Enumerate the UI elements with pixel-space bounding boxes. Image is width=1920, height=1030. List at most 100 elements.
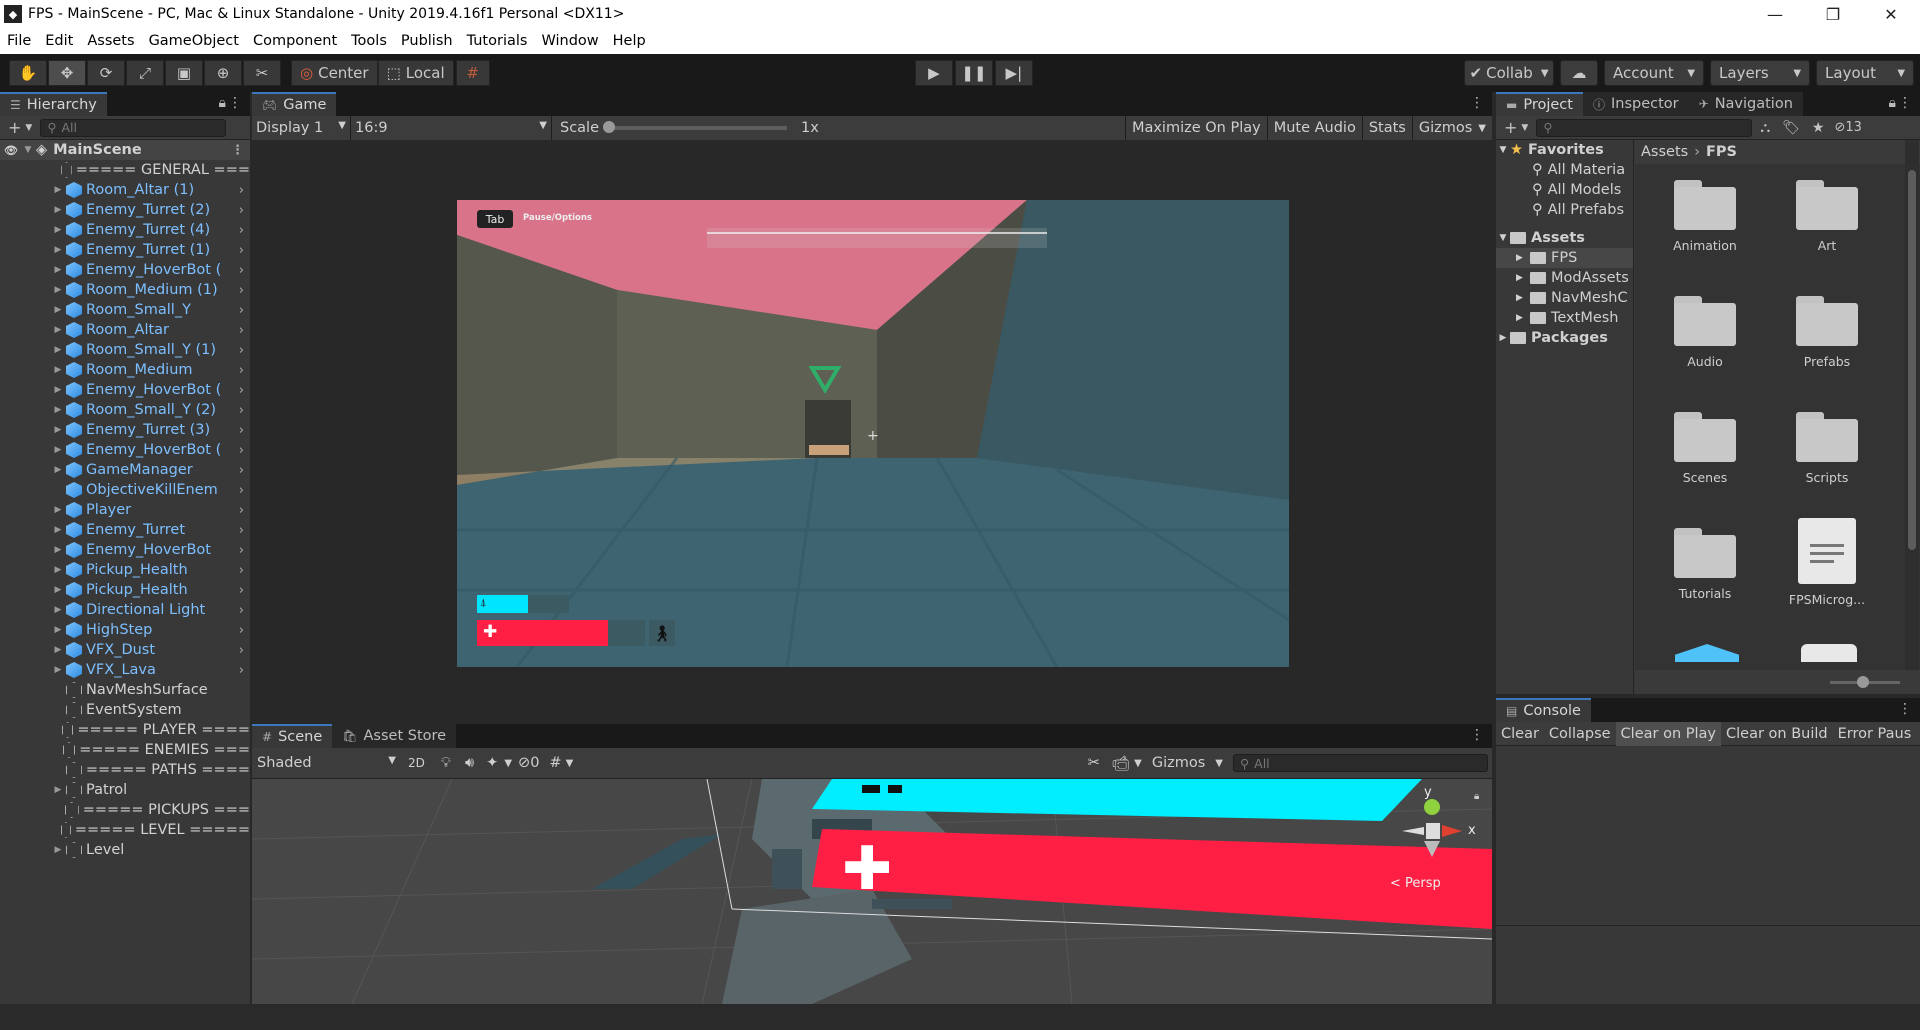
pivot-center-button[interactable]: ◎ Center	[291, 60, 378, 86]
hierarchy-item[interactable]: ▶ Room_Small_Y ›	[0, 300, 250, 320]
restore-button[interactable]: ❐	[1804, 0, 1862, 28]
menu-tools[interactable]: Tools	[344, 33, 394, 49]
console-menu-icon[interactable]: ⋮	[1898, 701, 1912, 717]
tab-console[interactable]: ▤ Console	[1496, 698, 1591, 722]
open-prefab-chevron-icon[interactable]: ›	[239, 243, 244, 258]
rotate-tool-icon[interactable]: ⟳	[87, 60, 125, 86]
display-dropdown[interactable]: Display 1 ▼	[252, 120, 350, 136]
hierarchy-item[interactable]: ▶ VFX_Dust ›	[0, 640, 250, 660]
expand-triangle-icon[interactable]: ▶	[52, 565, 64, 575]
expand-triangle-icon[interactable]: ▶	[52, 785, 64, 795]
camera-icon[interactable]: 📹︎	[1108, 755, 1134, 772]
console-error-pause-toggle[interactable]: Error Paus	[1833, 722, 1917, 746]
open-prefab-chevron-icon[interactable]: ›	[239, 583, 244, 598]
open-prefab-chevron-icon[interactable]: ›	[239, 563, 244, 578]
menu-tutorials[interactable]: Tutorials	[460, 33, 535, 49]
assets-root[interactable]: ▼ Assets	[1496, 228, 1633, 248]
scene-menu-icon[interactable]: ⋮	[231, 143, 244, 158]
expand-triangle-icon[interactable]: ▶	[52, 385, 64, 395]
hierarchy-item[interactable]: ▶ GameManager ›	[0, 460, 250, 480]
hidden-packages-toggle[interactable]: ⊘13	[1834, 120, 1861, 135]
hierarchy-item[interactable]: ▶ Room_Small_Y (2) ›	[0, 400, 250, 420]
open-prefab-chevron-icon[interactable]: ›	[239, 663, 244, 678]
hierarchy-item[interactable]: ▶ Enemy_HoverBot ›	[0, 540, 250, 560]
lock-icon[interactable]: 🔒︎	[219, 95, 226, 111]
pivot-local-button[interactable]: ⬚ Local	[377, 60, 454, 86]
asset-file-fpsmicrogame[interactable]: FPSMicrog...	[1777, 518, 1877, 607]
scale-slider[interactable]	[603, 121, 788, 133]
shading-dropdown[interactable]: Shaded ▼	[252, 755, 400, 771]
hierarchy-item[interactable]: ▶ Pickup_Health ›	[0, 580, 250, 600]
packages-root[interactable]: ▶ Packages	[1496, 328, 1633, 348]
expand-triangle-icon[interactable]: ▶	[52, 645, 64, 655]
asset-grid-scrollbar[interactable]	[1905, 140, 1919, 670]
hierarchy-item[interactable]: ▶ HighStep ›	[0, 620, 250, 640]
hidden-objects-toggle[interactable]: ⊘0	[512, 755, 545, 771]
asset-folder-audio[interactable]: Audio	[1655, 296, 1755, 369]
open-prefab-chevron-icon[interactable]: ›	[239, 463, 244, 478]
camera-dropdown-icon[interactable]: ▼	[1134, 758, 1142, 769]
hierarchy-item[interactable]: ▶ Player ›	[0, 500, 250, 520]
hierarchy-item[interactable]: EventSystem	[0, 700, 250, 720]
tree-modassets[interactable]: ▶ ModAssets	[1496, 268, 1633, 288]
expand-triangle-icon[interactable]: ▶	[52, 205, 64, 215]
hierarchy-search-input[interactable]: ⚲ All	[40, 118, 227, 137]
snap-grid-icon[interactable]: #	[455, 60, 490, 86]
hierarchy-item[interactable]: ▶ Room_Altar ›	[0, 320, 250, 340]
hierarchy-item[interactable]: ▶ Level	[0, 840, 250, 860]
hierarchy-menu-icon[interactable]: ⋮	[228, 95, 242, 111]
expand-triangle-icon[interactable]: ▶	[52, 245, 64, 255]
expand-triangle-icon[interactable]: ▶	[52, 605, 64, 615]
hand-tool-icon[interactable]: ✋	[9, 60, 47, 86]
pause-button[interactable]: ❚❚	[954, 60, 993, 86]
expand-triangle-icon[interactable]: ▶	[52, 845, 64, 855]
menu-component[interactable]: Component	[246, 33, 344, 49]
expand-triangle-icon[interactable]: ▶	[52, 465, 64, 475]
hierarchy-item[interactable]: ▶ Room_Medium ›	[0, 360, 250, 380]
scene-tools-icon[interactable]: ✂	[1080, 755, 1108, 771]
project-create-plus-icon[interactable]: +	[1504, 118, 1517, 137]
hierarchy-item[interactable]: ===== ENEMIES ===	[0, 740, 250, 760]
asset-folder-animation[interactable]: Animation	[1655, 180, 1755, 253]
open-prefab-chevron-icon[interactable]: ›	[239, 323, 244, 338]
scene-viewport[interactable]: ✚ y x < Persp 🔒︎	[252, 779, 1492, 1004]
tab-asset-store[interactable]: 🛍︎ Asset Store	[332, 724, 457, 748]
tab-game[interactable]: 🎮︎ Game	[252, 92, 337, 116]
open-prefab-chevron-icon[interactable]: ›	[239, 223, 244, 238]
transform-tool-icon[interactable]: ⊕	[204, 60, 242, 86]
collab-dropdown[interactable]: ✔ Collab ▼	[1464, 60, 1555, 86]
open-prefab-chevron-icon[interactable]: ›	[239, 383, 244, 398]
asset-folder-art[interactable]: Art	[1777, 180, 1877, 253]
audio-speaker-icon[interactable]: 🔊︎	[459, 755, 480, 771]
open-prefab-chevron-icon[interactable]: ›	[239, 523, 244, 538]
expand-triangle-icon[interactable]: ▶	[52, 345, 64, 355]
expand-triangle-icon[interactable]: ▶	[52, 505, 64, 515]
hierarchy-item[interactable]: ===== PICKUPS ===	[0, 800, 250, 820]
hierarchy-item[interactable]: ObjectiveKillEnem ›	[0, 480, 250, 500]
grid-dropdown-icon[interactable]: ▼	[566, 758, 574, 769]
open-prefab-chevron-icon[interactable]: ›	[239, 263, 244, 278]
project-menu-icon[interactable]: ⋮	[1898, 95, 1912, 111]
hierarchy-item[interactable]: ▶ Pickup_Health ›	[0, 560, 250, 580]
console-clear-on-build-toggle[interactable]: Clear on Build	[1721, 722, 1833, 746]
tab-project[interactable]: ▬ Project	[1496, 92, 1583, 116]
expand-triangle-icon[interactable]: ▶	[52, 665, 64, 675]
hierarchy-item[interactable]: ===== LEVEL =====	[0, 820, 250, 840]
asset-folder-prefabs[interactable]: Prefabs	[1777, 296, 1877, 369]
breadcrumb-assets[interactable]: Assets	[1641, 144, 1688, 160]
scale-tool-icon[interactable]: ⤢	[126, 60, 164, 86]
expand-triangle-icon[interactable]: ▶	[52, 225, 64, 235]
tab-inspector[interactable]: ⓘ Inspector	[1582, 92, 1689, 116]
expand-triangle-icon[interactable]: ▶	[52, 305, 64, 315]
open-prefab-chevron-icon[interactable]: ›	[239, 343, 244, 358]
scene-search-input[interactable]: ⚲ All	[1233, 754, 1488, 772]
grid-snap-icon[interactable]: #	[545, 755, 565, 771]
tab-scene[interactable]: # Scene	[252, 724, 333, 748]
console-clear-button[interactable]: Clear	[1496, 722, 1544, 746]
open-prefab-chevron-icon[interactable]: ›	[239, 503, 244, 518]
2d-toggle[interactable]: 2D	[400, 756, 433, 770]
custom-tool-icon[interactable]: ✂	[243, 60, 281, 86]
hierarchy-item[interactable]: ▶ VFX_Lava ›	[0, 660, 250, 680]
hierarchy-item[interactable]: ▶ Enemy_HoverBot (›	[0, 380, 250, 400]
open-prefab-chevron-icon[interactable]: ›	[239, 423, 244, 438]
